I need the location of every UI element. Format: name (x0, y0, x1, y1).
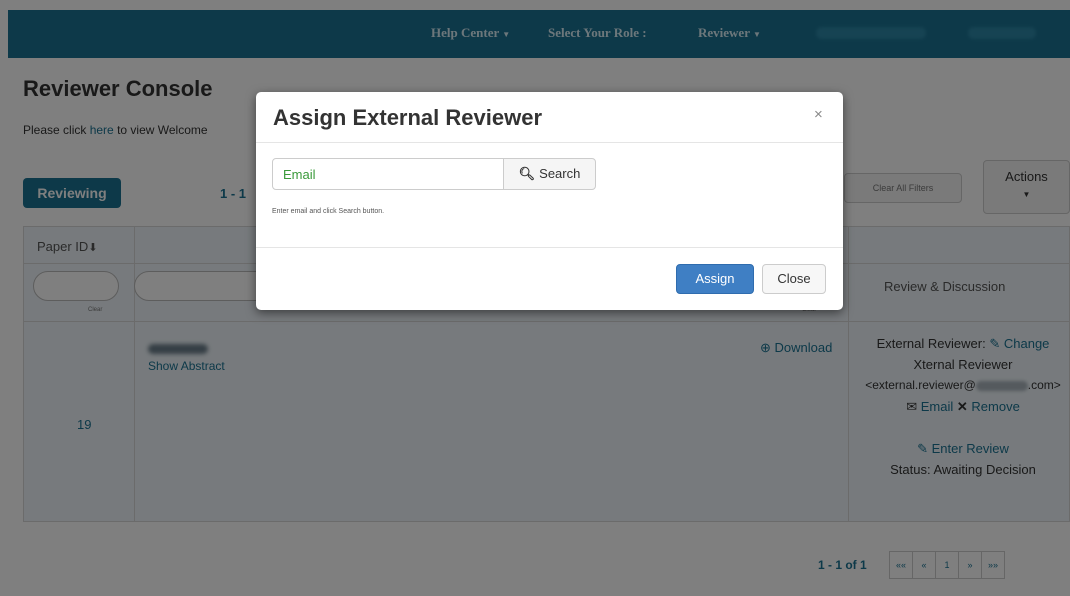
modal-footer-divider (256, 247, 843, 248)
magnifier-icon: 🔍︎ (518, 166, 536, 181)
assign-external-reviewer-modal: Assign External Reviewer × 🔍︎Search Ente… (256, 92, 843, 310)
modal-header-divider (256, 142, 843, 143)
assign-button[interactable]: Assign (676, 264, 754, 294)
email-help-text: Enter email and click Search button. (272, 208, 385, 215)
email-input[interactable] (272, 158, 504, 190)
close-button[interactable]: Close (762, 264, 826, 294)
modal-title: Assign External Reviewer (273, 105, 543, 130)
modal-close-icon[interactable]: × (814, 106, 823, 123)
search-button[interactable]: 🔍︎ Search (503, 158, 596, 190)
search-label: Search (539, 166, 581, 181)
